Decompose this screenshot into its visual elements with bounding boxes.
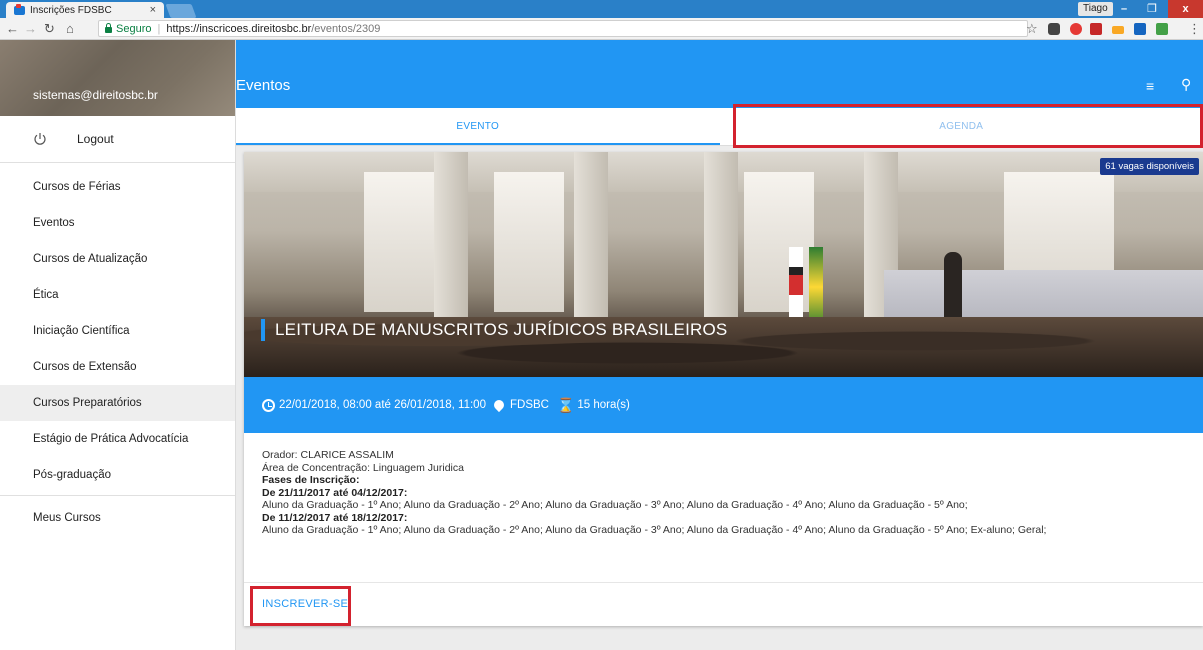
agenda-highlight-box: [733, 104, 1203, 148]
fase1-title: De 21/11/2017 até 04/12/2017:: [262, 486, 408, 499]
forward-arrow-icon[interactable]: →: [24, 21, 37, 36]
sidebar-item-etica[interactable]: Ética: [0, 277, 235, 313]
browser-tab[interactable]: Inscrições FDSBC ×: [6, 2, 164, 18]
new-tab-button[interactable]: [165, 4, 197, 18]
location-pin-icon: [491, 397, 507, 413]
event-hours: 15 hora(s): [577, 399, 630, 411]
favicon-icon: [14, 3, 25, 15]
sidebar-item-pos-graduacao[interactable]: Pós-graduação: [0, 457, 235, 493]
fases-label: Fases de Inscrição:: [262, 474, 360, 486]
app-bar: Eventos ≡ ⚲: [236, 40, 1203, 108]
event-area: Área de Concentração: Linguagem Juridica: [262, 461, 464, 474]
reload-icon[interactable]: ↻: [44, 21, 55, 37]
tool-extension-icon[interactable]: [1156, 23, 1168, 35]
url-host: https://inscricoes.direitosbc.br: [166, 22, 312, 35]
sidebar-item-eventos[interactable]: Eventos: [0, 205, 235, 241]
event-location: FDSBC: [509, 399, 549, 411]
sidebar-item-estagio[interactable]: Estágio de Prática Advocatícia: [0, 421, 235, 457]
sidebar-item-cursos-atualizacao[interactable]: Cursos de Atualização: [0, 241, 235, 277]
event-info-bar: 22/01/2018, 08:00 até 26/01/2018, 11:00 …: [244, 377, 1203, 433]
maximize-button[interactable]: ❐: [1140, 0, 1164, 18]
opera-extension-icon[interactable]: [1070, 23, 1082, 35]
sidebar-item-meus-cursos[interactable]: Meus Cursos: [0, 500, 235, 536]
menu-dots-icon[interactable]: ⋮: [1188, 21, 1201, 37]
power-icon: [34, 133, 46, 145]
card-divider: [244, 582, 1203, 583]
logout-button[interactable]: Logout: [0, 116, 235, 163]
event-title: LEITURA DE MANUSCRITOS JURÍDICOS BRASILE…: [261, 319, 727, 341]
secure-label: Seguro: [116, 22, 152, 35]
event-orador: Orador: CLARICE ASSALIM: [262, 449, 394, 461]
sidebar: sistemas@direitosbc.br Logout Cursos de …: [0, 40, 236, 650]
fase2-title: De 11/12/2017 até 18/12/2017:: [262, 511, 408, 524]
page-title: Eventos: [236, 77, 291, 94]
logout-label: Logout: [77, 132, 114, 146]
sidebar-header: sistemas@direitosbc.br: [0, 40, 235, 116]
browser-titlebar: Inscrições FDSBC × Tiago – ❐ x: [0, 0, 1203, 18]
filter-icon[interactable]: ≡: [1146, 78, 1154, 94]
inscrever-highlight-box: [250, 586, 351, 626]
tab-title: Inscrições FDSBC: [30, 4, 112, 16]
url-path: /eventos/2309: [311, 22, 381, 35]
profile-button[interactable]: Tiago: [1078, 2, 1113, 16]
address-bar: ← → ↻ ⌂ Seguro | https://inscricoes.dire…: [0, 18, 1203, 40]
back-arrow-icon[interactable]: ←: [6, 21, 19, 36]
blue-extension-icon[interactable]: [1134, 23, 1146, 35]
close-window-button[interactable]: x: [1168, 0, 1203, 18]
home-icon[interactable]: ⌂: [66, 21, 74, 36]
hourglass-icon: ⌛: [556, 397, 575, 413]
tab-close-icon[interactable]: ×: [150, 4, 156, 16]
sidebar-divider: [0, 495, 235, 496]
fase2-text: Aluno da Graduação - 1º Ano; Aluno da Gr…: [262, 524, 1047, 536]
url-separator: |: [157, 22, 161, 35]
sidebar-item-cursos-preparatorios[interactable]: Cursos Preparatórios: [0, 385, 235, 421]
mail-extension-icon[interactable]: [1090, 23, 1102, 35]
clock-icon: [262, 398, 275, 412]
minimize-button[interactable]: –: [1112, 0, 1136, 18]
analytics-extension-icon[interactable]: [1112, 26, 1124, 34]
search-icon[interactable]: ⚲: [1181, 76, 1191, 93]
lock-icon: [105, 22, 112, 33]
event-details: Orador: CLARICE ASSALIM Área de Concentr…: [262, 449, 1192, 537]
url-input[interactable]: Seguro | https://inscricoes.direitosbc.b…: [98, 20, 1028, 37]
pocket-extension-icon[interactable]: [1048, 23, 1060, 35]
vagas-badge: 61 vagas disponíveis: [1100, 158, 1199, 175]
tab-evento[interactable]: EVENTO: [236, 108, 720, 145]
event-card: 61 vagas disponíveis LEITURA DE MANUSCRI…: [244, 152, 1203, 626]
fase1-text: Aluno da Graduação - 1º Ano; Aluno da Gr…: [262, 499, 968, 511]
event-datetime: 22/01/2018, 08:00 até 26/01/2018, 11:00: [279, 399, 486, 411]
bookmark-star-icon[interactable]: ☆: [1026, 21, 1038, 37]
user-email: sistemas@direitosbc.br: [33, 88, 158, 102]
sidebar-item-cursos-extensao[interactable]: Cursos de Extensão: [0, 349, 235, 385]
sidebar-item-cursos-ferias[interactable]: Cursos de Férias: [0, 169, 235, 205]
sidebar-item-iniciacao-cientifica[interactable]: Iniciação Científica: [0, 313, 235, 349]
event-hero-image: 61 vagas disponíveis LEITURA DE MANUSCRI…: [244, 152, 1203, 377]
